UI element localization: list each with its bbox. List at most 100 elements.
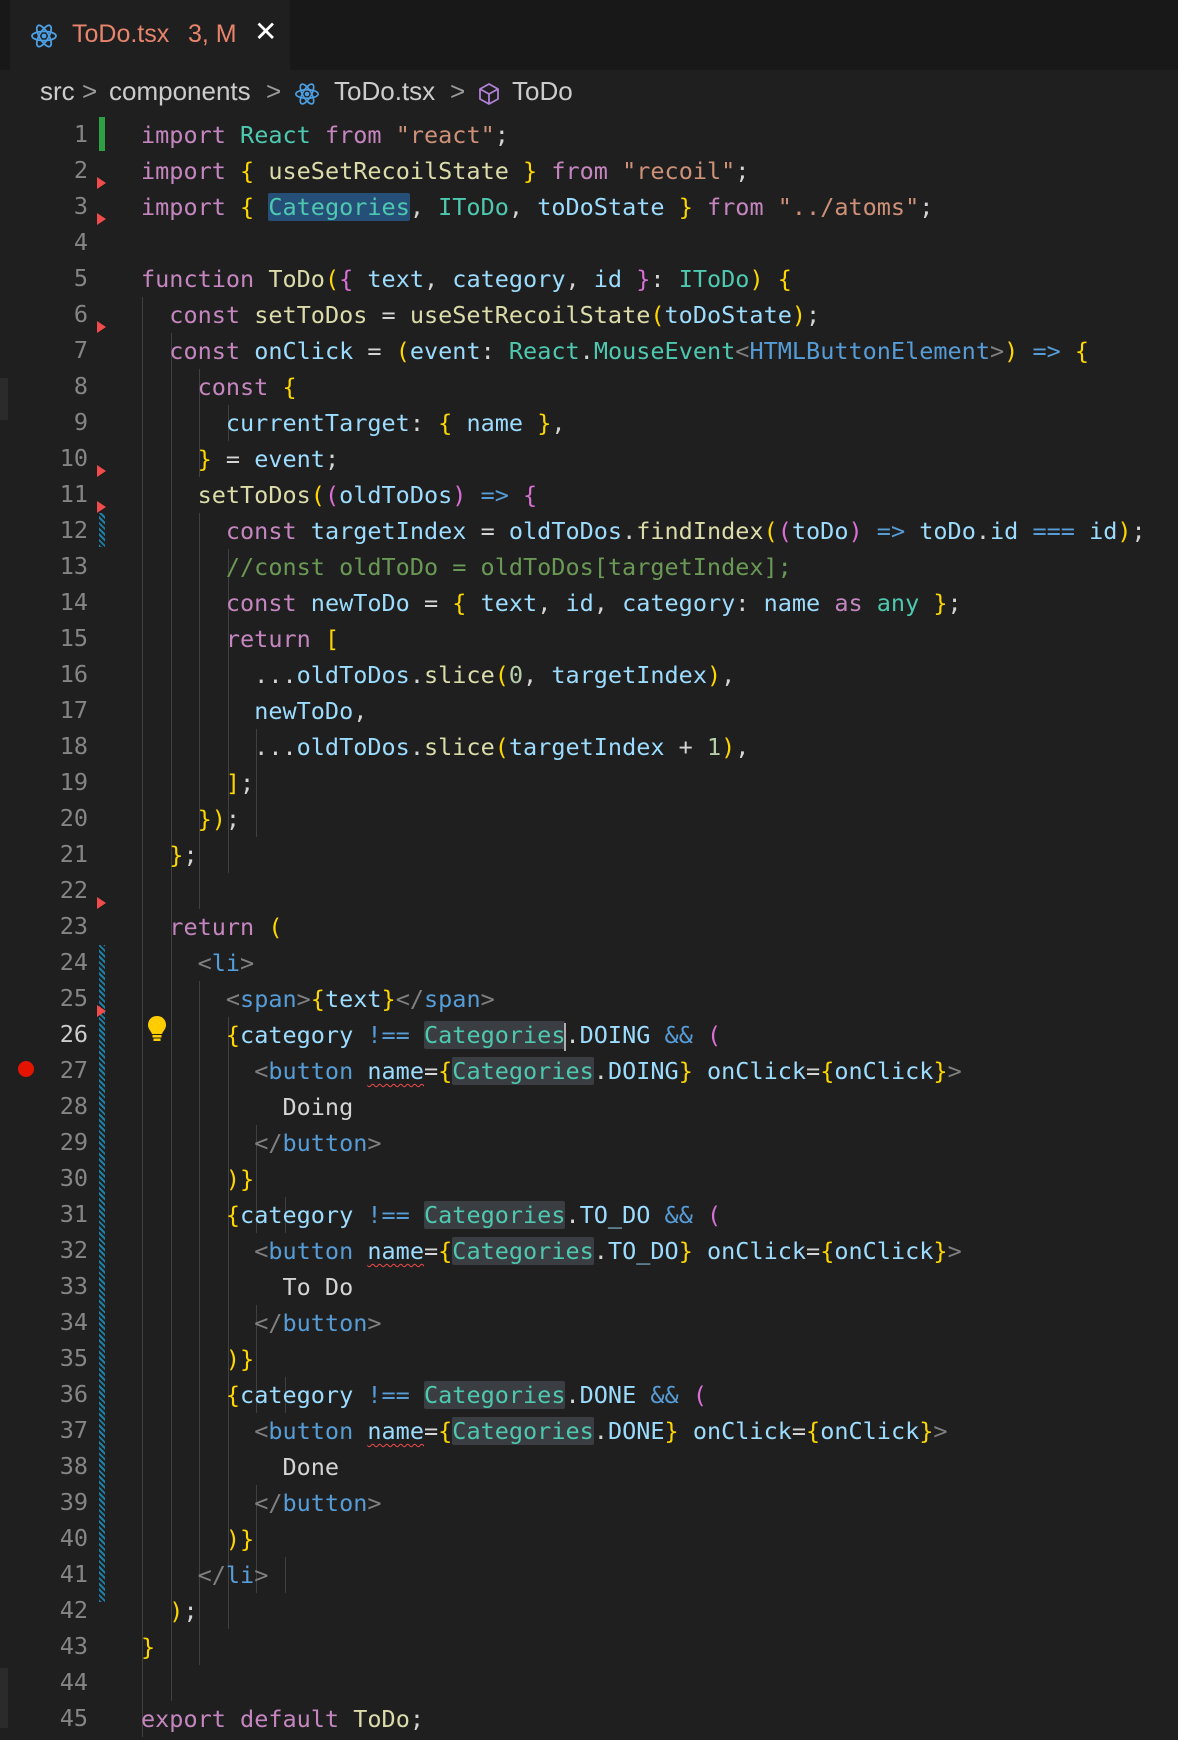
text-cursor xyxy=(564,1022,567,1051)
line-number: 29 xyxy=(59,1128,88,1156)
close-icon[interactable]: ✕ xyxy=(254,18,277,46)
line-number: 1 xyxy=(73,120,88,148)
git-deleted-marker xyxy=(97,465,106,477)
code-line[interactable]: }); xyxy=(141,801,240,837)
code-line[interactable]: import { Categories, IToDo, toDoState } … xyxy=(141,189,933,225)
code-line[interactable]: export default ToDo; xyxy=(141,1701,424,1737)
code-line[interactable]: const setToDos = useSetRecoilState(toDoS… xyxy=(141,297,820,333)
git-deleted-marker xyxy=(97,321,106,333)
line-number: 32 xyxy=(59,1236,88,1264)
line-number: 20 xyxy=(59,804,88,832)
line-number: 18 xyxy=(59,732,88,760)
code-line[interactable]: <li> xyxy=(141,945,255,981)
line-number: 11 xyxy=(59,480,88,508)
line-number: 43 xyxy=(59,1632,88,1660)
line-number: 21 xyxy=(59,840,88,868)
line-number: 35 xyxy=(59,1344,88,1372)
code-line[interactable]: import React from "react"; xyxy=(141,117,509,153)
code-line[interactable]: const targetIndex = oldToDos.findIndex((… xyxy=(141,513,1146,549)
code-line[interactable]: <span>{text}</span> xyxy=(141,981,495,1017)
line-number: 42 xyxy=(59,1596,88,1624)
line-number: 19 xyxy=(59,768,88,796)
code-line[interactable]: currentTarget: { name }, xyxy=(141,405,566,441)
code-line[interactable]: To Do xyxy=(141,1269,353,1305)
code-line[interactable]: <button name={Categories.DOING} onClick=… xyxy=(141,1053,962,1089)
line-number: 15 xyxy=(59,624,88,652)
code-line[interactable]: </li> xyxy=(141,1557,269,1593)
tab-problem-badge: 3, M xyxy=(188,20,237,48)
code-line[interactable]: function ToDo({ text, category, id }: IT… xyxy=(141,261,792,297)
breadcrumb-components[interactable]: components xyxy=(109,76,251,107)
line-number: 44 xyxy=(59,1668,88,1696)
git-modified-marker xyxy=(99,513,105,547)
editor-tab[interactable]: ToDo.tsx 3, M ✕ xyxy=(10,0,290,70)
code-line[interactable]: return ( xyxy=(141,909,282,945)
tab-bar: ToDo.tsx 3, M ✕ xyxy=(0,0,1178,70)
breadcrumb-symbol[interactable]: ToDo xyxy=(512,76,573,107)
react-icon xyxy=(31,24,57,48)
code-line[interactable]: return [ xyxy=(141,621,339,657)
code-line[interactable]: } xyxy=(141,1629,155,1665)
breakpoint-dot[interactable] xyxy=(18,1061,34,1077)
line-number: 38 xyxy=(59,1452,88,1480)
code-line[interactable]: ...oldToDos.slice(0, targetIndex), xyxy=(141,657,735,693)
line-number: 25 xyxy=(59,984,88,1012)
line-number: 41 xyxy=(59,1560,88,1588)
chevron-right-icon: > xyxy=(450,76,466,106)
code-line[interactable]: <button name={Categories.DONE} onClick={… xyxy=(141,1413,948,1449)
line-number: 12 xyxy=(59,516,88,544)
code-line[interactable]: {category !== Categories.DOING && ( xyxy=(141,1017,721,1053)
code-line[interactable]: {category !== Categories.TO_DO && ( xyxy=(141,1197,721,1233)
code-line[interactable]: {category !== Categories.DONE && ( xyxy=(141,1377,707,1413)
line-number: 45 xyxy=(59,1704,88,1732)
code-line[interactable]: newToDo, xyxy=(141,693,367,729)
line-number: 30 xyxy=(59,1164,88,1192)
line-number: 39 xyxy=(59,1488,88,1516)
code-line[interactable]: //const oldToDo = oldToDos[targetIndex]; xyxy=(141,549,792,585)
line-number: 27 xyxy=(59,1056,88,1084)
code-line[interactable]: )} xyxy=(141,1161,254,1197)
code-line[interactable]: )} xyxy=(141,1521,254,1557)
line-number: 17 xyxy=(59,696,88,724)
line-number: 13 xyxy=(59,552,88,580)
line-number: 40 xyxy=(59,1524,88,1552)
code-line[interactable]: import { useSetRecoilState } from "recoi… xyxy=(141,153,749,189)
chevron-right-icon: > xyxy=(266,76,282,106)
code-line[interactable]: <button name={Categories.TO_DO} onClick=… xyxy=(141,1233,962,1269)
line-number: 33 xyxy=(59,1272,88,1300)
line-number: 3 xyxy=(73,192,88,220)
chevron-right-icon: > xyxy=(82,76,98,106)
breadcrumb-file[interactable]: ToDo.tsx xyxy=(334,76,435,107)
code-line[interactable]: const newToDo = { text, id, category: na… xyxy=(141,585,962,621)
line-number: 5 xyxy=(73,264,88,292)
line-number: 7 xyxy=(73,336,88,364)
line-number: 23 xyxy=(59,912,88,940)
line-number: 9 xyxy=(73,408,88,436)
line-number: 24 xyxy=(59,948,88,976)
line-number: 37 xyxy=(59,1416,88,1444)
code-line[interactable]: </button> xyxy=(141,1305,381,1341)
git-deleted-marker xyxy=(97,501,106,513)
line-number: 22 xyxy=(59,876,88,904)
code-line[interactable]: </button> xyxy=(141,1485,381,1521)
code-line[interactable]: const onClick = (event: React.MouseEvent… xyxy=(141,333,1089,369)
code-line[interactable]: Doing xyxy=(141,1089,353,1125)
git-modified-marker xyxy=(99,1017,105,1602)
code-line[interactable]: Done xyxy=(141,1449,339,1485)
line-number: 4 xyxy=(73,228,88,256)
code-line[interactable]: </button> xyxy=(141,1125,381,1161)
git-deleted-marker xyxy=(97,177,106,189)
code-line[interactable]: setToDos((oldToDos) => { xyxy=(141,477,538,513)
breadcrumb-src[interactable]: src xyxy=(40,76,75,107)
code-line[interactable]: ); xyxy=(141,1593,197,1629)
code-line[interactable]: const { xyxy=(141,369,297,405)
code-line[interactable]: ]; xyxy=(141,765,254,801)
code-line[interactable]: ...oldToDos.slice(targetIndex + 1), xyxy=(141,729,749,765)
code-line[interactable]: }; xyxy=(141,837,197,873)
breadcrumb: src > components > ToDo.tsx > ToDo xyxy=(0,70,1178,116)
git-deleted-marker xyxy=(97,897,106,909)
code-line[interactable]: } = event; xyxy=(141,441,340,477)
line-number: 26 xyxy=(59,1020,88,1048)
code-line[interactable]: )} xyxy=(141,1341,254,1377)
line-number: 28 xyxy=(59,1092,88,1120)
